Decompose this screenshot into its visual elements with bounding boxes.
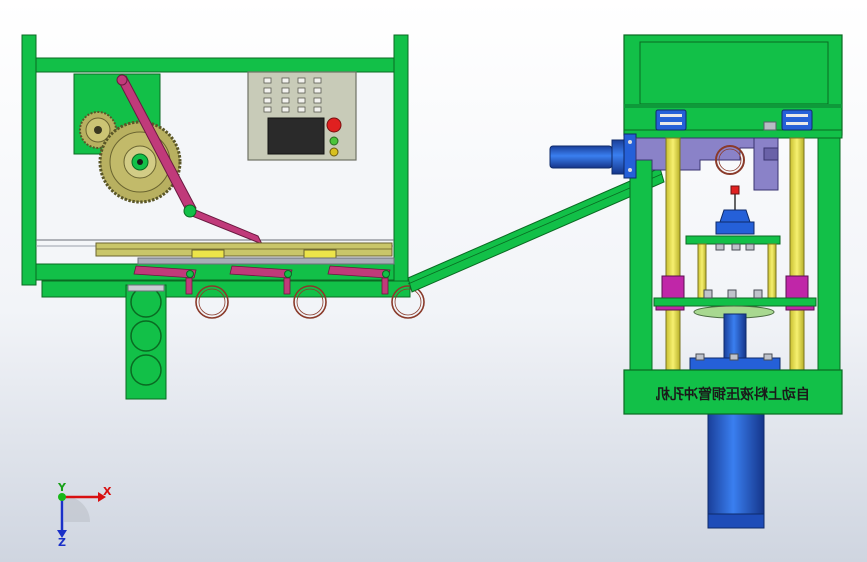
machine-drawing: 自动上料液压铜管冲孔机 X Y Z <box>21 34 843 549</box>
x-axis-label: X <box>103 485 112 498</box>
vertical-main-cylinder <box>689 313 781 529</box>
upper-die-assembly <box>685 185 781 251</box>
press-base-plate: 自动上料液压铜管冲孔机 <box>623 369 843 415</box>
pipe-magazine <box>125 284 167 400</box>
caption-plate-text: 自动上料液压铜管冲孔机 <box>656 386 810 403</box>
feed-slide-rail <box>95 242 395 265</box>
horizontal-punch-cylinder <box>549 133 637 179</box>
stop-button-icon <box>326 117 342 133</box>
cad-viewport[interactable]: 自动上料液压铜管冲孔机 X Y Z <box>0 0 867 562</box>
control-panel <box>247 71 357 161</box>
feeder-top-beam <box>35 57 395 73</box>
control-screen <box>267 117 325 155</box>
guide-column-left <box>665 137 681 371</box>
guide-column-right <box>789 137 805 371</box>
press-right-post <box>817 137 841 371</box>
z-axis-label: Z <box>58 536 66 549</box>
coordinate-triad: X Y Z <box>57 481 112 549</box>
delivery-chute <box>407 167 665 293</box>
feeder-right-post <box>393 34 409 286</box>
y-axis-dot-icon <box>58 493 66 501</box>
y-axis-label: Y <box>57 481 67 494</box>
feeder-left-post <box>21 34 37 286</box>
